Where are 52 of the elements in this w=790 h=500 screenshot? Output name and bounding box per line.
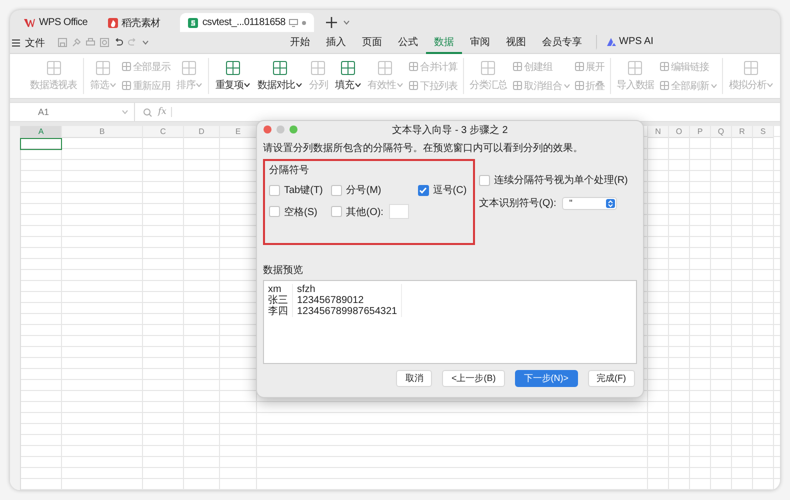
- column-header[interactable]: D: [184, 126, 219, 138]
- ribbon-tab[interactable]: 会员专享: [534, 32, 590, 54]
- ribbon-tab[interactable]: 页面: [354, 32, 390, 54]
- formula-field[interactable]: fx: [135, 103, 780, 121]
- ribbon-tab[interactable]: 视图: [498, 32, 534, 54]
- ribbon-tab[interactable]: 开始: [282, 32, 318, 54]
- column-header[interactable]: S: [753, 126, 773, 138]
- toolbar-button[interactable]: 重复项: [213, 60, 252, 92]
- group-title: 数据预览: [262, 264, 304, 278]
- column-header[interactable]: Q: [711, 126, 731, 138]
- ribbon-tab[interactable]: 插入: [318, 32, 354, 54]
- option-label: 连续分隔符号视为单个处理(R): [494, 174, 628, 187]
- dialog-button[interactable]: 完成(F): [588, 370, 635, 387]
- column-header[interactable]: B: [62, 126, 142, 138]
- column-header[interactable]: E: [220, 126, 256, 138]
- column-header[interactable]: R: [732, 126, 752, 138]
- ai-button[interactable]: WPS AI: [596, 35, 662, 50]
- column-header[interactable]: N: [648, 126, 668, 138]
- dialog-button[interactable]: <上一步(B): [442, 370, 505, 387]
- toolbar-button[interactable]: 数据对比: [255, 60, 304, 92]
- option-label: 其他(O):: [346, 206, 384, 218]
- ribbon-tab[interactable]: 审阅: [462, 32, 498, 54]
- cell-reference: A1: [38, 107, 50, 117]
- preview-cell: sfzh: [293, 284, 402, 295]
- option-label: 分号(M): [346, 184, 382, 197]
- name-box[interactable]: A1: [10, 103, 135, 121]
- dialog-button[interactable]: 下一步(N)>: [514, 370, 578, 387]
- option-label: Tab键(T): [284, 184, 323, 197]
- column-header[interactable]: A: [21, 126, 61, 138]
- document-tab[interactable]: csvtest_...01181658: [180, 13, 314, 32]
- field-label: 文本识别符号(Q):: [479, 196, 556, 210]
- document-tab[interactable]: WPS Office: [16, 13, 96, 32]
- option-label: 逗号(C): [432, 184, 467, 197]
- preview-cell: 123456789012: [293, 295, 402, 306]
- dialog-title: 文本导入向导 - 3 步骤之 2: [392, 124, 508, 136]
- preview-cell: 123456789987654321: [293, 306, 402, 317]
- column-header[interactable]: C: [143, 126, 183, 138]
- column-header[interactable]: P: [690, 126, 710, 138]
- document-tab[interactable]: 稻壳素材: [100, 13, 168, 32]
- file-menu[interactable]: 文件: [25, 36, 45, 50]
- column-header[interactable]: O: [669, 126, 689, 138]
- dropdown[interactable]: ": [562, 196, 618, 210]
- ribbon-tab[interactable]: 公式: [390, 32, 426, 54]
- fx-label: fx: [158, 107, 172, 117]
- preview-cell: 张三: [264, 295, 293, 306]
- preview-cell: 李四: [264, 306, 293, 317]
- toolbar-button[interactable]: 填充: [332, 60, 363, 92]
- instruction-text: 请设置分列数据所包含的分隔符号。在预览窗口内可以看到分列的效果。: [262, 142, 584, 156]
- option-label: 空格(S): [284, 206, 318, 218]
- group-title: 分隔符号: [269, 164, 310, 177]
- preview-cell: xm: [264, 284, 293, 295]
- dialog-button[interactable]: 取消: [396, 370, 432, 387]
